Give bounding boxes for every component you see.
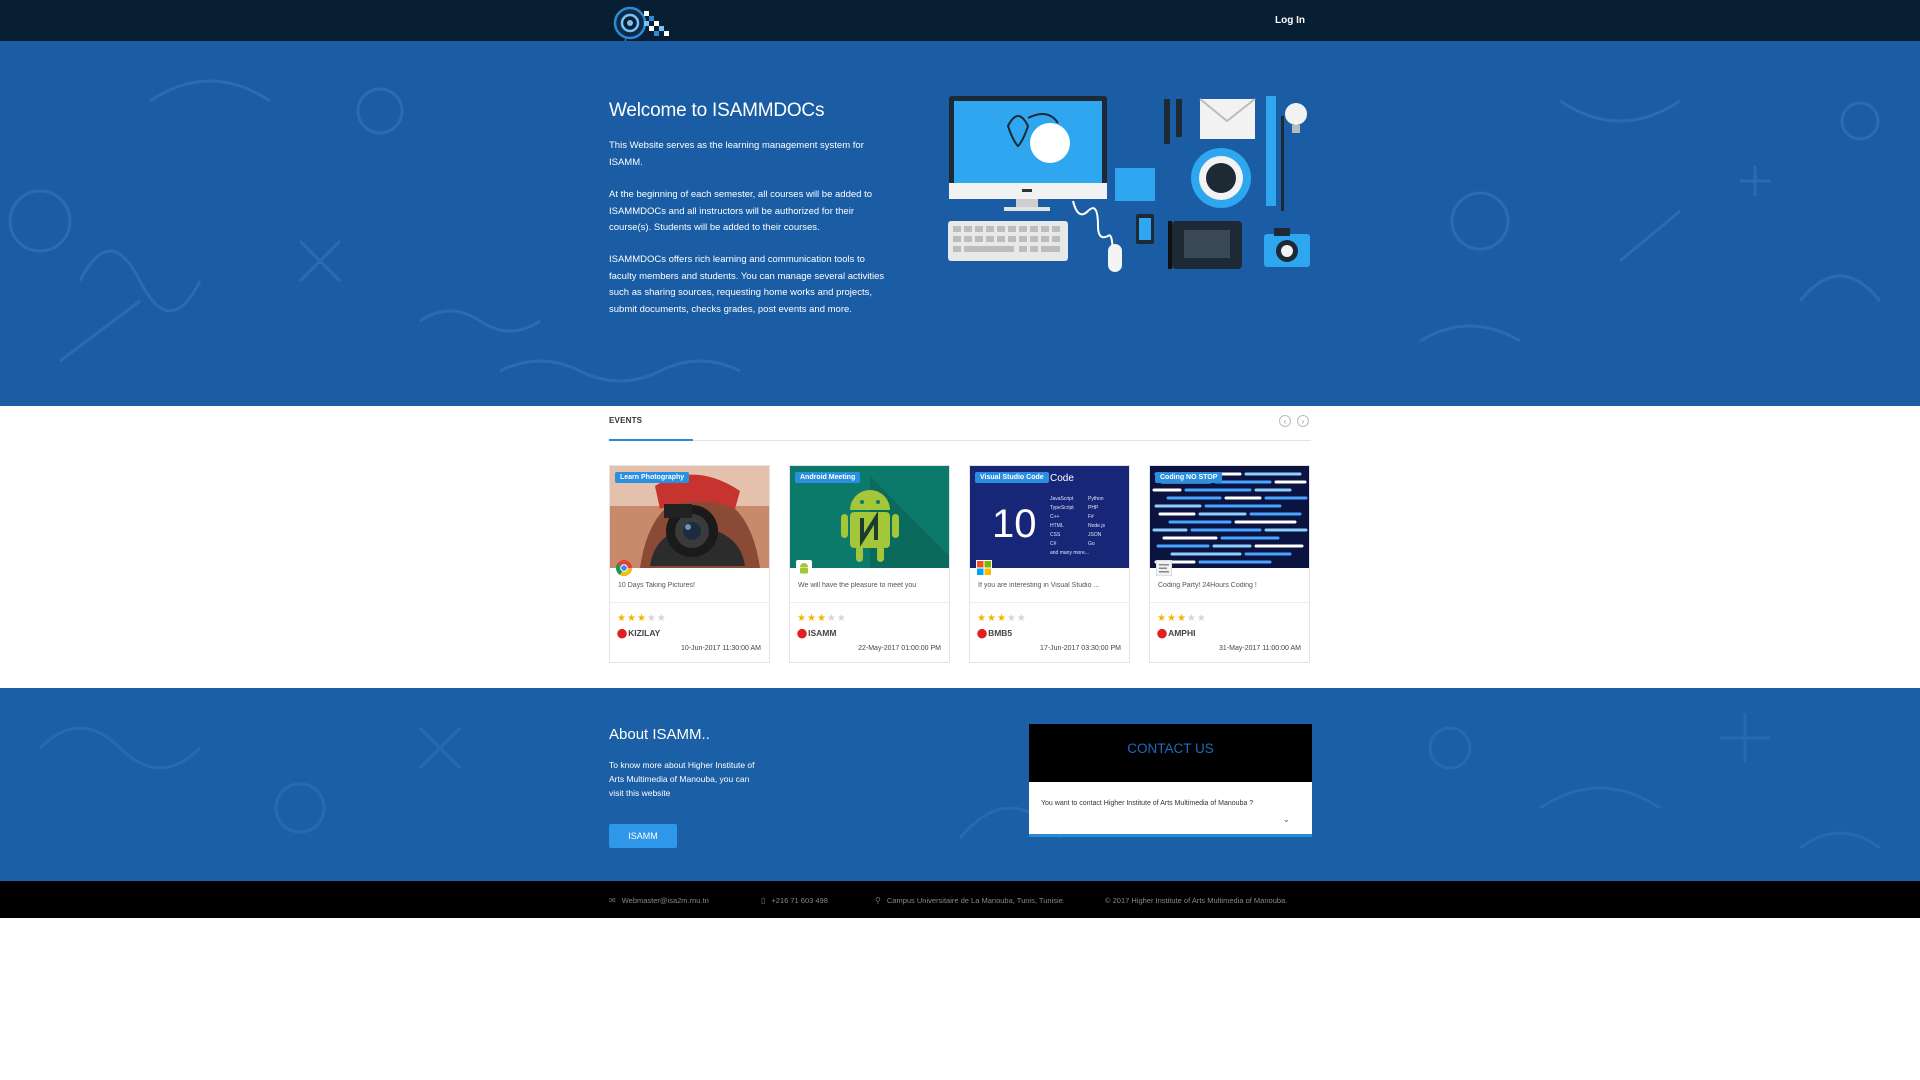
event-image-android: Android Meeting xyxy=(790,466,949,568)
lang-item: JSON xyxy=(1088,532,1102,538)
map-pin-icon: ⬤ xyxy=(617,628,628,638)
hero-paragraph-1: This Website serves as the learning mana… xyxy=(609,140,864,168)
hero-section: Welcome to ISAMMDOCs This Website serves… xyxy=(0,41,1920,406)
event-location-label: BMB5 xyxy=(988,628,1013,638)
lang-item: Go xyxy=(1088,541,1095,547)
event-tag[interactable]: Visual Studio Code xyxy=(975,472,1049,483)
event-description: Coding Party! 24Hours Coding ! xyxy=(1158,582,1257,589)
vscode-code-label: Code xyxy=(1050,473,1074,484)
events-next-button[interactable]: › xyxy=(1297,415,1309,427)
windows-icon xyxy=(976,560,992,576)
event-description: 10 Days Taking Pictures! xyxy=(618,582,695,589)
footer-copyright: © 2017 Higher Institute of Arts Multimed… xyxy=(1105,896,1288,905)
card-divider xyxy=(970,602,1129,603)
lang-item: JavaScript xyxy=(1050,496,1074,502)
lang-item: Python xyxy=(1088,496,1104,502)
lang-item: TypeScript xyxy=(1050,505,1074,511)
events-prev-button[interactable]: ‹ xyxy=(1279,415,1291,427)
contact-panel: CONTACT US You want to contact Higher In… xyxy=(1029,724,1312,837)
hero-title: Welcome to ISAMMDOCs xyxy=(609,100,825,121)
contact-title: CONTACT US xyxy=(1029,724,1312,782)
footer-email: ✉ Webmaster@isa2m.rnu.tn xyxy=(609,896,709,905)
contact-accent-line xyxy=(1029,834,1312,837)
isamm-website-button[interactable]: ISAMM xyxy=(609,824,677,848)
vscode-languages-left: JavaScript TypeScript C++ HTML CSS C# an… xyxy=(1050,495,1089,558)
chevron-left-icon: ‹ xyxy=(1283,417,1287,426)
event-description: If you are interesting in Visual Studio … xyxy=(978,582,1100,589)
envelope-icon: ✉ xyxy=(609,896,616,905)
card-divider xyxy=(790,602,949,603)
event-location-label: ISAMM xyxy=(808,628,837,638)
event-tag[interactable]: Learn Photography xyxy=(615,472,690,483)
lang-item: C++ xyxy=(1050,514,1060,520)
event-tag[interactable]: Android Meeting xyxy=(795,472,861,483)
lang-item: CSS xyxy=(1050,532,1061,538)
about-title: About ISAMM.. xyxy=(609,726,710,743)
code-file-icon xyxy=(1155,559,1173,577)
rating-stars[interactable]: ★★★★★ xyxy=(617,613,667,624)
event-datetime: 17-Jun-2017 03:30:00 PM xyxy=(1040,645,1121,652)
card-divider xyxy=(610,602,769,603)
event-tag[interactable]: Coding NO STOP xyxy=(1155,472,1223,483)
footer-email-text[interactable]: Webmaster@isa2m.rnu.tn xyxy=(622,896,709,905)
math-background-decoration xyxy=(38,713,1881,850)
event-datetime: 10-Jun-2017 11:30:00 AM xyxy=(680,645,761,652)
lang-item: and many more... xyxy=(1050,550,1089,556)
event-location: ⬤BMB5 xyxy=(977,628,1012,639)
rating-stars[interactable]: ★★★★★ xyxy=(1157,613,1207,624)
about-section: About ISAMM.. To know more about Higher … xyxy=(0,688,1920,881)
footer-phone-text: +216 71 603 498 xyxy=(771,896,828,905)
events-tab-indicator xyxy=(609,439,693,441)
event-card[interactable]: Code 10 JavaScript TypeScript C++ HTML C… xyxy=(969,465,1130,663)
event-location-label: KIZILAY xyxy=(628,628,661,638)
map-pin-icon: ⬤ xyxy=(797,628,808,638)
lang-item: Node.js xyxy=(1088,523,1105,529)
top-navbar: isamm Log In xyxy=(0,0,1920,51)
vscode-languages-right: Python PHP F# Node.js JSON Go xyxy=(1088,495,1105,549)
rating-stars[interactable]: ★★★★★ xyxy=(797,613,847,624)
event-datetime: 31-May-2017 11:00:00 AM xyxy=(1219,645,1301,652)
contact-question: You want to contact Higher Institute of … xyxy=(1041,800,1254,807)
event-location: ⬤AMPHI xyxy=(1157,628,1195,639)
android-icon xyxy=(796,560,812,576)
lang-item: C# xyxy=(1050,541,1057,547)
event-location: ⬤KIZILAY xyxy=(617,628,660,639)
event-location: ⬤ISAMM xyxy=(797,628,836,639)
map-pin-icon: ⬤ xyxy=(1157,628,1168,638)
vscode-version-number: 10 xyxy=(992,502,1037,546)
map-marker-icon: ⚲ xyxy=(875,896,881,905)
hero-paragraph-2: At the beginning of each semester, all c… xyxy=(609,189,872,233)
event-location-label: AMPHI xyxy=(1168,628,1196,638)
footer-address: ⚲ Campus Universitaire de La Manouba, Tun… xyxy=(875,896,1065,905)
rating-stars[interactable]: ★★★★★ xyxy=(977,613,1027,624)
lang-item: PHP xyxy=(1088,505,1099,511)
event-image-coding: Coding NO STOP xyxy=(1150,466,1309,568)
card-divider xyxy=(1150,602,1309,603)
login-link[interactable]: Log In xyxy=(1275,15,1305,26)
chevron-down-icon[interactable]: ⌄ xyxy=(1282,814,1290,825)
workspace-illustration xyxy=(948,96,1310,272)
event-card[interactable]: Android Meeting We will have the pleasur… xyxy=(789,465,950,663)
events-divider xyxy=(609,440,1311,441)
hero-paragraph-3: ISAMMDOCs offers rich learning and commu… xyxy=(609,254,885,315)
lang-item: HTML xyxy=(1050,523,1064,529)
map-pin-icon: ⬤ xyxy=(977,628,988,638)
footer-phone: ▯ +216 71 603 498 xyxy=(761,896,828,905)
event-card[interactable]: Learn Photography 10 Days Taking Picture… xyxy=(609,465,770,663)
lang-item: F# xyxy=(1088,514,1094,520)
event-description: We will have the pleasure to meet you xyxy=(798,582,917,589)
footer-address-text: Campus Universitaire de La Manouba, Tuni… xyxy=(886,896,1065,905)
event-datetime: 22-May-2017 01:00:00 PM xyxy=(858,645,941,652)
event-image-vscode: Code 10 JavaScript TypeScript C++ HTML C… xyxy=(970,466,1129,568)
footer: ✉ Webmaster@isa2m.rnu.tn ▯ +216 71 603 498… xyxy=(0,881,1920,918)
chevron-right-icon: › xyxy=(1301,417,1305,426)
about-text: To know more about Higher Institute of A… xyxy=(609,760,755,798)
event-card[interactable]: Coding NO STOP Coding Party! 24Hours Cod… xyxy=(1149,465,1310,663)
events-heading: EVENTS xyxy=(609,416,643,425)
phone-icon: ▯ xyxy=(761,896,766,905)
chrome-icon xyxy=(616,560,632,576)
event-image-photography: Learn Photography xyxy=(610,466,769,568)
